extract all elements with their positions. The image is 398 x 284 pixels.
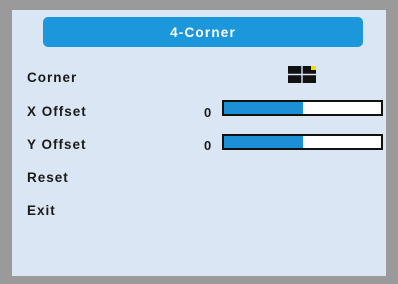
x-offset-slider[interactable] xyxy=(222,100,383,116)
menu-item-reset[interactable]: Reset xyxy=(27,170,69,185)
y-offset-slider-fill xyxy=(224,136,303,148)
x-offset-slider-fill xyxy=(224,102,303,114)
menu-item-exit[interactable]: Exit xyxy=(27,203,56,218)
menu-title-bar: 4-Corner xyxy=(43,17,363,47)
y-offset-slider[interactable] xyxy=(222,134,383,150)
menu-item-x-offset[interactable]: X Offset xyxy=(27,104,87,119)
osd-menu-panel: 4-Corner Corner X Offset 0 Y Offset 0 Re… xyxy=(0,0,398,284)
menu-item-corner[interactable]: Corner xyxy=(27,70,77,85)
y-offset-value: 0 xyxy=(204,138,212,153)
menu-item-y-offset[interactable]: Y Offset xyxy=(27,137,87,152)
menu-title: 4-Corner xyxy=(170,24,236,40)
x-offset-value: 0 xyxy=(204,105,212,120)
corner-select-icon[interactable] xyxy=(288,66,316,83)
